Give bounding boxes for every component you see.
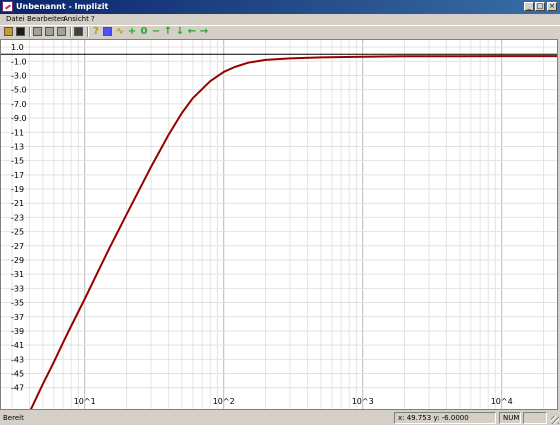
cut-scissors-icon[interactable]: [33, 27, 42, 36]
status-panel-empty: [523, 412, 547, 424]
maximize-button[interactable]: □: [535, 2, 545, 11]
app-icon[interactable]: [2, 1, 13, 12]
toolbar-separator: [87, 27, 89, 37]
x-tick-label: 10^4: [491, 397, 513, 406]
arrow-up-icon[interactable]: ↑: [163, 27, 173, 37]
y-tick-label: -41: [11, 341, 24, 350]
y-tick-label: -5.0: [11, 86, 27, 95]
y-tick-label: -21: [11, 199, 24, 208]
menu-ansicht[interactable]: Ansicht: [63, 14, 89, 25]
resize-grip[interactable]: [551, 416, 559, 424]
y-tick-label: -37: [11, 313, 24, 322]
y-tick-label: -25: [11, 228, 24, 237]
y-tick-label: -27: [11, 242, 24, 251]
coordinate-readout: x: 49.753 y: -6.0000: [394, 412, 496, 424]
minimize-button[interactable]: _: [524, 2, 534, 11]
y-tick-label: -11: [11, 128, 24, 137]
paste-icon[interactable]: [57, 27, 66, 36]
toolbar: ? ∿ +0− ↑ ↓ ← →: [0, 25, 560, 39]
arrow-right-icon[interactable]: →: [199, 27, 209, 37]
graph-line-icon[interactable]: ∿: [115, 27, 125, 37]
num-lock-indicator: NUM: [499, 412, 521, 424]
toolbar-separator: [70, 27, 72, 37]
y-tick-label: -35: [11, 299, 24, 308]
plot-area[interactable]: 1.0 -1.0 -3.0 -5.0 -7.0 -9.0 -11 -13 -15 -17 -19 -2…: [0, 39, 558, 410]
y-tick-label: -33: [11, 284, 24, 293]
toolbar-separator: [29, 27, 31, 37]
y-tick-label: -39: [11, 327, 24, 336]
window-title: Unbenannt - Implizit: [16, 2, 109, 11]
x-tick-label: 10^1: [74, 397, 96, 406]
zero-icon[interactable]: 0: [139, 27, 149, 37]
y-tick-label: -45: [11, 370, 24, 379]
status-text: Bereit: [3, 414, 24, 422]
title-bar: Unbenannt - Implizit _ □ ×: [0, 0, 560, 14]
save-disk-icon[interactable]: [16, 27, 25, 36]
y-tick-label: -23: [11, 213, 24, 222]
copy-icon[interactable]: [45, 27, 54, 36]
y-tick-label: -31: [11, 270, 24, 279]
menu-help[interactable]: ?: [91, 14, 95, 25]
status-bar: Bereit x: 49.753 y: -6.0000 NUM: [0, 411, 560, 425]
menu-bearbeiten[interactable]: Bearbeiten: [27, 14, 65, 25]
blue-square-icon[interactable]: [103, 27, 112, 36]
zoom-minus-icon[interactable]: −: [151, 27, 161, 37]
zoom-plus-icon[interactable]: +: [127, 27, 137, 37]
chart-svg: 1.0 -1.0 -3.0 -5.0 -7.0 -9.0 -11 -13 -15 -17 -19 -2…: [1, 40, 557, 409]
y-tick-label: 1.0: [11, 43, 24, 52]
y-tick-label: -29: [11, 256, 24, 265]
y-tick-label: -19: [11, 185, 24, 194]
y-tick-label: -13: [11, 142, 24, 151]
y-tick-label: -47: [11, 384, 24, 393]
arrow-down-icon[interactable]: ↓: [175, 27, 185, 37]
menu-bar: Datei Bearbeiten Ansicht ?: [0, 14, 560, 25]
menu-datei[interactable]: Datei: [6, 14, 25, 25]
open-folder-icon[interactable]: [4, 27, 13, 36]
series-curve: [29, 55, 557, 409]
y-tick-label: -15: [11, 157, 24, 166]
x-tick-label: 10^2: [213, 397, 235, 406]
x-tick-label: 10^3: [352, 397, 374, 406]
help-question-icon[interactable]: ?: [91, 27, 101, 37]
y-tick-label: -3.0: [11, 71, 27, 80]
y-tick-label: -7.0: [11, 100, 27, 109]
y-tick-label: -43: [11, 355, 24, 364]
print-icon[interactable]: [74, 27, 83, 36]
y-tick-label: -9.0: [11, 114, 27, 123]
arrow-left-icon[interactable]: ←: [187, 27, 197, 37]
y-tick-label: -17: [11, 171, 24, 180]
close-button[interactable]: ×: [547, 2, 557, 11]
y-tick-label: -1.0: [11, 57, 27, 66]
